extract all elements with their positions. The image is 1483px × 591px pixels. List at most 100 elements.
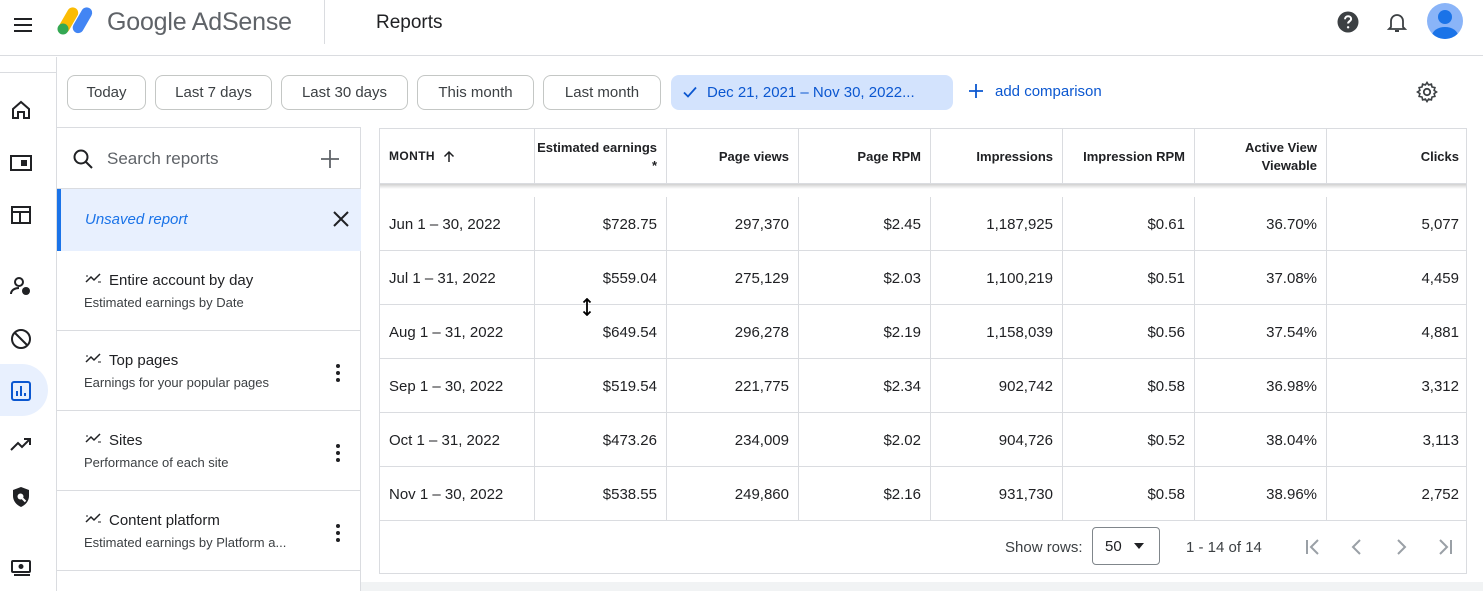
cell-page-rpm: $2.02 [799, 413, 931, 467]
first-page-icon[interactable] [1301, 535, 1325, 559]
reports-panel: Unsaved report Entire account by day Est… [57, 127, 361, 591]
report-top-pages[interactable]: Top pages Earnings for your popular page… [57, 331, 361, 411]
rows-per-page-select[interactable]: 50 [1092, 527, 1160, 565]
resize-cursor-icon [582, 298, 592, 316]
notifications-icon[interactable] [1385, 10, 1409, 34]
date-range-label: Dec 21, 2021 – Nov 30, 2022... [707, 84, 915, 101]
cell-month: Nov 1 – 30, 2022 [380, 467, 535, 521]
chip-this-month[interactable]: This month [417, 75, 534, 110]
chip-last-month[interactable]: Last month [543, 75, 661, 110]
chip-today[interactable]: Today [67, 75, 146, 110]
report-subtitle: Estimated earnings by Platform a... [84, 535, 287, 550]
caret-down-icon [1134, 543, 1144, 549]
chip-last-7-days[interactable]: Last 7 days [155, 75, 272, 110]
cell-month: Oct 1 – 31, 2022 [380, 413, 535, 467]
avatar[interactable] [1427, 3, 1463, 39]
rows-per-page-value: 50 [1105, 537, 1122, 555]
more-vert-icon[interactable] [329, 521, 347, 545]
cell-estimated-earnings: $728.75 [535, 197, 667, 251]
payments-icon[interactable] [9, 555, 33, 579]
rail-divider [0, 72, 57, 73]
add-comparison-label: add comparison [995, 82, 1102, 100]
cell-page-rpm: $2.19 [799, 305, 931, 359]
close-icon[interactable] [331, 209, 351, 229]
optimization-icon[interactable] [9, 432, 33, 456]
adsense-logo-icon [57, 7, 93, 35]
sparkline-icon [85, 433, 101, 443]
search-icon [73, 149, 93, 169]
report-content-platform[interactable]: Content platform Estimated earnings by P… [57, 491, 361, 571]
column-header-active-view-viewable[interactable]: Active View Viewable [1195, 129, 1327, 184]
last-page-icon[interactable] [1433, 535, 1457, 559]
cell-page-rpm: $2.16 [799, 467, 931, 521]
report-title: Content platform [109, 512, 220, 529]
cell-page-views: 234,009 [667, 413, 799, 467]
reports-icon[interactable] [9, 379, 33, 403]
cell-impression-rpm: $0.61 [1063, 197, 1195, 251]
column-header-page-rpm[interactable]: Page RPM [799, 129, 931, 184]
plus-icon [969, 84, 983, 98]
cell-impressions: 1,158,039 [931, 305, 1063, 359]
top-app-bar: Google AdSense Reports [0, 0, 1483, 56]
add-comparison-button[interactable]: add comparison [967, 82, 1102, 100]
report-sites[interactable]: Sites Performance of each site [57, 411, 361, 491]
check-icon [683, 86, 697, 98]
blocking-controls-icon[interactable] [9, 327, 33, 351]
column-header-page-views[interactable]: Page views [667, 129, 799, 184]
add-report-icon[interactable] [319, 148, 341, 170]
table-row[interactable]: Nov 1 – 30, 2022 $538.55 249,860 $2.16 931,7… [380, 467, 1466, 521]
pagination-range: 1 - 14 of 14 [1186, 539, 1262, 556]
column-header-month[interactable]: MONTH [380, 129, 535, 184]
cell-page-views: 249,860 [667, 467, 799, 521]
cell-month: Aug 1 – 31, 2022 [380, 305, 535, 359]
cell-clicks: 4,881 [1421, 323, 1459, 341]
cell-clicks: 2,752 [1421, 485, 1459, 503]
unsaved-report-item[interactable]: Unsaved report [57, 189, 361, 251]
cell-impression-rpm: $0.52 [1063, 413, 1195, 467]
chip-date-range[interactable]: Dec 21, 2021 – Nov 30, 2022... [671, 75, 953, 110]
cell-page-rpm: $2.03 [799, 251, 931, 305]
sites-icon[interactable] [9, 203, 33, 227]
table-row[interactable]: Jul 1 – 31, 2022 $559.04 275,129 $2.03 1,100… [380, 251, 1466, 305]
chip-last-30-days[interactable]: Last 30 days [281, 75, 408, 110]
help-icon[interactable] [1336, 10, 1360, 34]
column-header-estimated-earnings[interactable]: Estimated earnings * [535, 129, 667, 184]
cell-estimated-earnings: $473.26 [535, 413, 667, 467]
table-footer: Show rows: 50 1 - 14 of 14 [380, 521, 1466, 573]
next-page-icon[interactable] [1389, 535, 1413, 559]
privacy-messaging-icon[interactable] [9, 274, 33, 298]
table-row[interactable]: Oct 1 – 31, 2022 $473.26 234,009 $2.02 904,7… [380, 413, 1466, 467]
previous-page-icon[interactable] [1345, 535, 1369, 559]
table-row[interactable]: Jun 1 – 30, 2022 $728.75 297,370 $2.45 1,187… [380, 197, 1466, 251]
cell-month: Sep 1 – 30, 2022 [380, 359, 535, 413]
column-label: MONTH [389, 149, 435, 164]
search-reports-input[interactable] [107, 145, 307, 173]
column-header-impressions[interactable]: Impressions [931, 129, 1063, 184]
cell-estimated-earnings: $519.54 [535, 359, 667, 413]
menu-icon[interactable] [11, 13, 35, 37]
table-row[interactable]: Aug 1 – 31, 2022 $649.54 296,278 $2.19 1,158… [380, 305, 1466, 359]
cell-page-views: 297,370 [667, 197, 799, 251]
home-icon[interactable] [9, 98, 33, 122]
column-header-impression-rpm[interactable]: Impression RPM [1063, 129, 1195, 184]
more-vert-icon[interactable] [329, 441, 347, 465]
show-rows-label: Show rows: [1005, 539, 1083, 556]
header-shadow [380, 184, 1466, 189]
ads-icon[interactable] [9, 151, 33, 175]
brand-safety-icon[interactable] [9, 485, 33, 509]
cell-page-views: 221,775 [667, 359, 799, 413]
more-vert-icon[interactable] [329, 361, 347, 385]
report-title: Sites [109, 432, 143, 449]
report-entire-account-by-day[interactable]: Entire account by day Estimated earnings… [57, 251, 361, 331]
table-row[interactable]: Sep 1 – 30, 2022 $519.54 221,775 $2.34 902,7… [380, 359, 1466, 413]
bottom-strip [361, 582, 1483, 591]
topbar-divider [324, 0, 325, 44]
cell-impressions: 1,100,219 [931, 251, 1063, 305]
cell-active-view-viewable: 37.08% [1195, 251, 1327, 305]
app-name: Google AdSense [107, 8, 292, 36]
cell-estimated-earnings: $559.04 [535, 251, 667, 305]
column-header-clicks[interactable]: Clicks [1327, 129, 1466, 184]
cell-impression-rpm: $0.58 [1063, 359, 1195, 413]
settings-icon[interactable] [1415, 80, 1439, 104]
cell-clicks: 5,077 [1421, 215, 1459, 233]
